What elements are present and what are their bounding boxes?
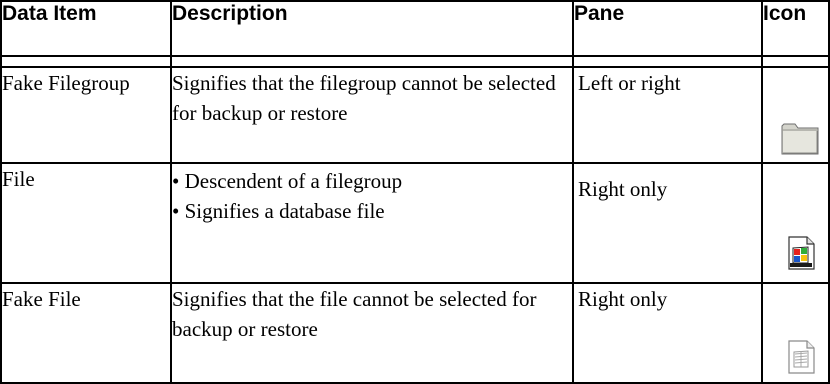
- pane-cell: Left or right: [572, 66, 763, 164]
- data-item-cell: Fake Filegroup: [0, 66, 172, 164]
- description-cell: Signifies that the file cannot be select…: [170, 282, 574, 384]
- table-row: Fake File Signifies that the file cannot…: [0, 282, 830, 384]
- header-data-item: Data Item: [0, 0, 172, 57]
- description-bullet: Descendent of a filegroup: [172, 166, 572, 196]
- header-spacer-row: [0, 55, 830, 68]
- pane-cell: Right only: [572, 282, 763, 384]
- description-bullet: Signifies a database file: [172, 196, 572, 226]
- description-cell: Signifies that the filegroup cannot be s…: [170, 66, 574, 164]
- pane-cell: Right only: [572, 162, 763, 284]
- icon-cell: [761, 66, 830, 164]
- description-cell: Descendent of a filegroup Signifies a da…: [170, 162, 574, 284]
- icon-cell: [761, 162, 830, 284]
- header-description: Description: [170, 0, 574, 57]
- folder-grey-icon: [781, 123, 819, 155]
- table-row: File Descendent of a filegroup Signifies…: [0, 162, 830, 284]
- table-header-row: Data Item Description Pane Icon: [0, 0, 830, 57]
- data-item-cell: File: [0, 162, 172, 284]
- data-item-cell: Fake File: [0, 282, 172, 384]
- data-items-table: Data Item Description Pane Icon Fake Fil…: [0, 0, 830, 384]
- description-bullet-list: Descendent of a filegroup Signifies a da…: [172, 166, 572, 226]
- header-pane: Pane: [572, 0, 763, 57]
- table-row: Fake Filegroup Signifies that the filegr…: [0, 66, 830, 164]
- fake-file-icon: [788, 340, 815, 374]
- header-icon: Icon: [761, 0, 830, 57]
- icon-cell: [761, 282, 830, 384]
- database-file-icon: [788, 236, 815, 270]
